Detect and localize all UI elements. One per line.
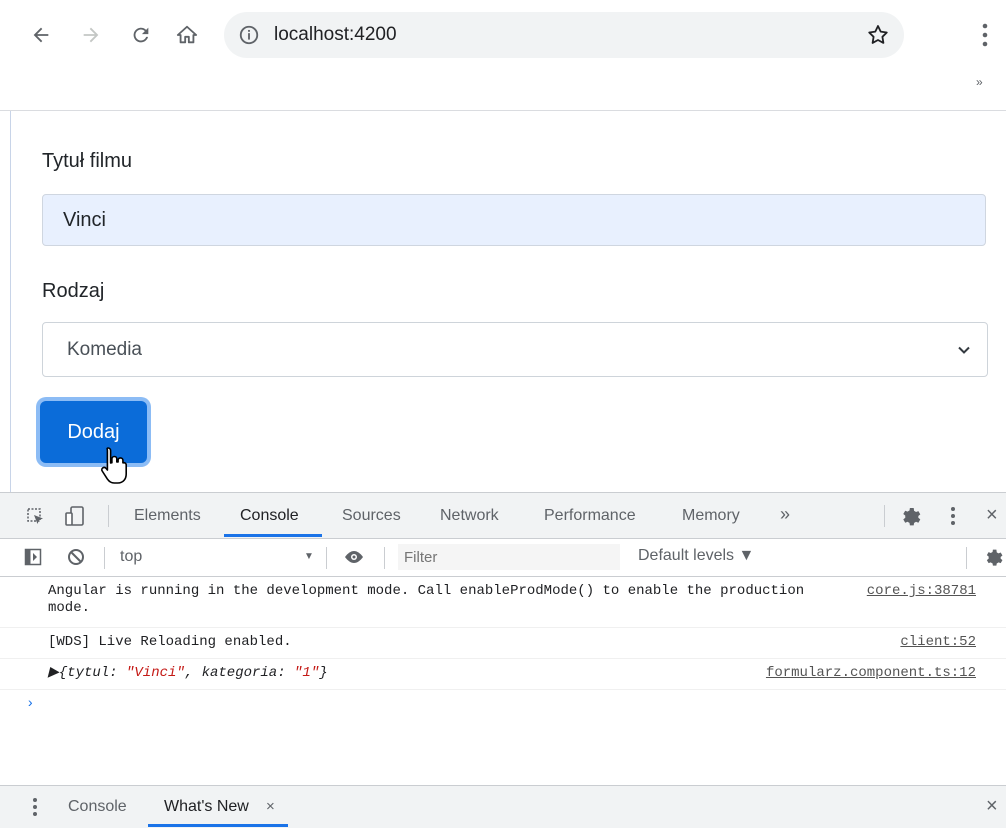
url-text[interactable]: localhost:4200 <box>274 24 397 46</box>
back-button[interactable] <box>24 18 58 52</box>
message-text: Angular is running in the development mo… <box>48 583 805 616</box>
context-selector[interactable]: top <box>120 548 142 566</box>
devtools-menu-icon[interactable] <box>946 505 960 527</box>
devtools-panel: Elements Console Sources Network Perform… <box>0 492 1006 828</box>
bookmarks-overflow-icon[interactable]: » <box>976 75 983 89</box>
context-dropdown-icon[interactable]: ▼ <box>304 551 314 562</box>
bookmark-star-icon[interactable] <box>866 23 890 47</box>
live-expression-eye-icon[interactable] <box>342 547 366 567</box>
reload-button[interactable] <box>124 18 158 52</box>
tab-sources[interactable]: Sources <box>342 507 401 525</box>
close-drawer-icon[interactable]: × <box>986 795 998 818</box>
browser-menu-icon[interactable] <box>972 20 998 50</box>
toolbar-separator <box>104 547 105 569</box>
tab-separator <box>884 505 885 527</box>
close-whats-new-icon[interactable]: × <box>266 798 275 815</box>
toolbar-separator <box>384 547 385 569</box>
tab-memory[interactable]: Memory <box>682 507 740 525</box>
close-devtools-icon[interactable]: × <box>986 504 998 527</box>
tab-console[interactable]: Console <box>240 507 299 525</box>
home-button[interactable] <box>170 18 204 52</box>
clear-console-icon[interactable] <box>66 547 86 567</box>
tab-elements[interactable]: Elements <box>134 507 201 525</box>
drawer-tab-whats-new[interactable]: What's New <box>164 798 249 816</box>
console-message: [WDS] Live Reloading enabled. client:52 <box>0 628 1006 659</box>
console-prompt[interactable]: › <box>26 696 34 712</box>
category-selected-value: Komedia <box>67 339 142 360</box>
tab-separator <box>108 505 109 527</box>
home-icon <box>176 25 198 44</box>
object-open: ▶{tytul: <box>48 665 126 681</box>
settings-gear-icon[interactable] <box>898 504 922 528</box>
toolbar-separator <box>966 547 967 569</box>
console-filter-input[interactable] <box>398 544 620 570</box>
logged-object[interactable]: ▶{tytul: "Vinci", kategoria: "1"} <box>48 665 828 682</box>
console-settings-gear-icon[interactable] <box>982 546 1004 568</box>
back-arrow-icon <box>33 27 49 43</box>
log-levels-dropdown[interactable]: Default levels ▼ <box>638 547 754 565</box>
reload-icon <box>133 27 149 43</box>
title-label: Tytuł filmu <box>42 150 133 172</box>
info-icon[interactable] <box>238 24 260 46</box>
chevron-down-icon <box>958 346 970 354</box>
console-object-message[interactable]: ▶{tytul: "Vinci", kategoria: "1"} formul… <box>0 659 1006 690</box>
console-message: Angular is running in the development mo… <box>0 577 1006 628</box>
sidebar-toggle-icon[interactable] <box>24 548 42 566</box>
message-source-link[interactable]: formularz.component.ts:12 <box>766 665 976 681</box>
console-output: Angular is running in the development mo… <box>0 577 1006 712</box>
drawer-tab-console[interactable]: Console <box>68 798 127 816</box>
kategoria-value: "1" <box>294 665 320 681</box>
message-source-link[interactable]: core.js:38781 <box>867 583 976 599</box>
category-label: Rodzaj <box>42 280 105 302</box>
object-close: } <box>319 665 328 681</box>
browser-toolbar: localhost:4200 » <box>0 0 1006 111</box>
drawer-menu-icon[interactable] <box>30 796 40 818</box>
title-input[interactable] <box>42 194 986 246</box>
category-select[interactable]: Komedia <box>42 322 988 377</box>
toolbar-separator <box>326 547 327 569</box>
tab-performance[interactable]: Performance <box>544 507 636 525</box>
tab-network[interactable]: Network <box>440 507 499 525</box>
object-middle: , kategoria: <box>184 665 295 681</box>
tytul-value: "Vinci" <box>125 665 185 681</box>
devtools-tab-bar: Elements Console Sources Network Perform… <box>0 493 1006 539</box>
console-toolbar: top ▼ Default levels ▼ <box>0 539 1006 577</box>
forward-button[interactable] <box>74 18 108 52</box>
message-text: [WDS] Live Reloading enabled. <box>48 634 292 650</box>
address-bar[interactable]: localhost:4200 <box>224 12 904 58</box>
device-toolbar-icon[interactable] <box>64 505 86 527</box>
devtools-drawer-bar: Console What's New × × <box>0 785 1006 828</box>
hand-cursor-icon <box>101 447 127 484</box>
active-tab-indicator <box>224 534 322 537</box>
inspect-element-icon[interactable] <box>26 507 46 527</box>
more-tabs-icon[interactable]: » <box>780 504 790 525</box>
forward-arrow-icon <box>83 27 99 43</box>
message-source-link[interactable]: client:52 <box>900 634 976 650</box>
